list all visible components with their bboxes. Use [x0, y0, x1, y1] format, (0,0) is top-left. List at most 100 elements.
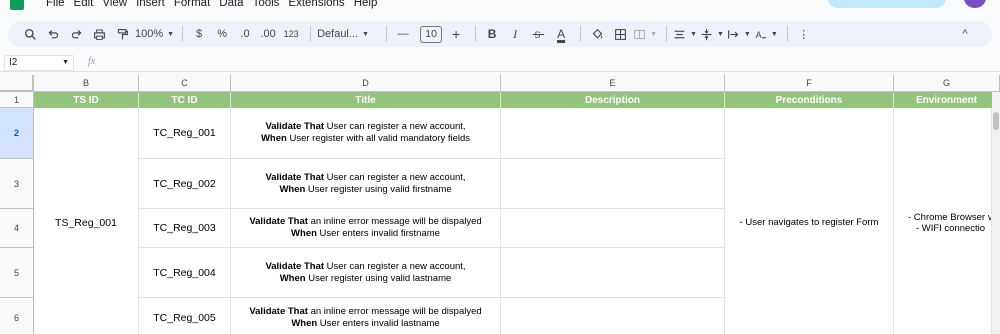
share-button[interactable]: [828, 0, 946, 8]
tc-id-cell[interactable]: TC_Reg_002: [139, 159, 231, 209]
preconditions-cell[interactable]: - User navigates to register Form: [725, 108, 894, 334]
scrollbar-thumb[interactable]: [993, 112, 999, 130]
italic-button[interactable]: I: [505, 23, 525, 45]
redo-icon[interactable]: [66, 23, 86, 45]
header-environment[interactable]: Environment: [894, 92, 1000, 108]
title-text: User register using valid firstname: [305, 183, 452, 195]
row-header-4[interactable]: 4: [0, 209, 34, 248]
column-header-e[interactable]: E: [501, 75, 725, 92]
bold-button[interactable]: B: [482, 23, 502, 45]
search-icon[interactable]: [20, 23, 40, 45]
chevron-down-icon: ▼: [743, 30, 751, 38]
tc-id-cell[interactable]: TC_Reg_003: [139, 209, 231, 248]
tc-id-cell[interactable]: TC_Reg_005: [139, 298, 231, 334]
font-size-input[interactable]: 10: [420, 25, 443, 43]
title-line-2: When User enters invalid lastname: [291, 318, 439, 330]
title-text: User enters invalid firstname: [316, 228, 440, 239]
text-wrapping-icon[interactable]: ▼: [727, 23, 751, 45]
title-text: User enters invalid lastname: [317, 317, 440, 329]
menu-file[interactable]: File: [46, 0, 65, 9]
menu-view[interactable]: View: [102, 0, 127, 9]
chevron-down-icon: ▼: [362, 30, 369, 38]
tc-id-cell[interactable]: TC_Reg_004: [139, 248, 231, 298]
title-cell[interactable]: Validate That User can register a new ac…: [231, 159, 501, 209]
column-header-f[interactable]: F: [725, 75, 894, 92]
title-keyword: Validate That: [265, 260, 325, 272]
description-cell[interactable]: [501, 159, 725, 209]
description-cell[interactable]: [501, 108, 725, 159]
row-header-6[interactable]: 6: [0, 298, 34, 334]
name-box[interactable]: I2 ▼: [4, 55, 74, 71]
menu-extensions[interactable]: Extensions: [288, 0, 344, 9]
fill-color-icon[interactable]: [587, 23, 607, 45]
title-cell[interactable]: Validate That User can register a new ac…: [231, 108, 501, 159]
avatar[interactable]: [964, 0, 986, 8]
column-header-b[interactable]: B: [34, 75, 139, 92]
more-options-icon[interactable]: ⋮: [794, 23, 814, 45]
menu-edit[interactable]: Edit: [74, 0, 94, 9]
row-header-1[interactable]: 1: [0, 92, 34, 108]
title-cell[interactable]: Validate That an inline error message wi…: [231, 298, 501, 334]
title-cell[interactable]: Validate That an inline error message wi…: [231, 209, 501, 248]
print-icon[interactable]: [89, 23, 109, 45]
column-header-d[interactable]: D: [231, 75, 501, 92]
collapse-toolbar-icon[interactable]: ^: [955, 23, 975, 45]
menu-tools[interactable]: Tools: [253, 0, 280, 9]
title-text: an inline error message will be dispalye…: [307, 216, 482, 227]
description-cell[interactable]: [501, 248, 725, 298]
header-ts-id[interactable]: TS ID: [34, 92, 139, 108]
title-line-1: Validate That User can register a new ac…: [265, 121, 465, 133]
text-color-button[interactable]: A: [551, 23, 571, 45]
font-select[interactable]: Defaul... ▼: [317, 23, 377, 45]
toolbar-divider: [310, 26, 312, 42]
column-header-c[interactable]: C: [139, 75, 231, 92]
currency-format-button[interactable]: $: [189, 23, 209, 45]
horizontal-align-icon[interactable]: ▼: [673, 23, 697, 45]
vertical-scrollbar[interactable]: [992, 92, 1000, 334]
menu-help[interactable]: Help: [354, 0, 378, 9]
row-header-2[interactable]: 2: [0, 108, 34, 159]
title-line-2: When User enters invalid firstname: [291, 228, 440, 240]
decrease-decimal-button[interactable]: .0: [235, 23, 255, 45]
undo-icon[interactable]: [43, 23, 63, 45]
zoom-value: 100%: [135, 28, 164, 40]
column-header-g[interactable]: G: [894, 75, 1000, 92]
chevron-down-icon: ▼: [650, 30, 658, 38]
title-text: User register using valid lastname: [305, 272, 452, 284]
select-all-corner[interactable]: [0, 75, 34, 92]
more-formats-button[interactable]: 123: [281, 23, 301, 45]
strikethrough-icon[interactable]: S: [528, 23, 548, 45]
vertical-align-icon[interactable]: ▼: [700, 23, 724, 45]
paint-format-icon[interactable]: [112, 23, 132, 45]
tc-id-cell[interactable]: TC_Reg_001: [139, 108, 231, 159]
title-cell[interactable]: Validate That User can register a new ac…: [231, 248, 501, 298]
header-tc-id[interactable]: TC ID: [139, 92, 231, 108]
ts-id-cell[interactable]: TS_Reg_001: [34, 108, 139, 334]
font-size-decrease-button[interactable]: —: [393, 23, 413, 45]
title-line-2: When User register using valid lastname: [280, 273, 452, 285]
menu-format[interactable]: Format: [174, 0, 210, 9]
header-preconditions[interactable]: Preconditions: [725, 92, 894, 108]
percent-format-button[interactable]: %: [212, 23, 232, 45]
text-rotation-icon[interactable]: A ▼: [754, 23, 777, 45]
menu-data[interactable]: Data: [219, 0, 243, 9]
chevron-down-icon: ▼: [716, 30, 724, 38]
zoom-select[interactable]: 100% ▼: [135, 23, 174, 45]
title-keyword: When: [279, 183, 306, 195]
header-description[interactable]: Description: [501, 92, 725, 108]
fx-icon: fx: [88, 56, 96, 67]
font-size-increase-button[interactable]: +: [446, 23, 466, 45]
merge-cells-icon[interactable]: ▼: [633, 23, 657, 45]
environment-cell[interactable]: - Chrome Browser v - WIFI connectio: [894, 108, 992, 334]
sheets-logo-icon[interactable]: [10, 0, 24, 10]
row-header-3[interactable]: 3: [0, 159, 34, 209]
header-title[interactable]: Title: [231, 92, 501, 108]
description-cell[interactable]: [501, 298, 725, 334]
increase-decimal-button[interactable]: .00: [258, 23, 278, 45]
toolbar-divider: [786, 26, 788, 42]
borders-icon[interactable]: [610, 23, 630, 45]
row-header-5[interactable]: 5: [0, 248, 34, 298]
chevron-down-icon: ▼: [62, 59, 69, 66]
description-cell[interactable]: [501, 209, 725, 248]
menu-insert[interactable]: Insert: [136, 0, 165, 9]
